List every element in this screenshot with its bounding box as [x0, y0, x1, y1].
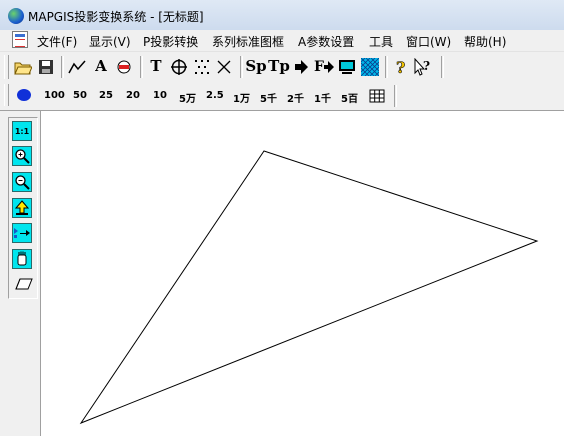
- monitor-icon[interactable]: [337, 57, 357, 77]
- one-to-one-label: 1:1: [14, 126, 30, 136]
- tp-icon[interactable]: Tp: [268, 56, 290, 76]
- scale-1k[interactable]: 1千: [314, 90, 331, 105]
- scale-2-5[interactable]: 2.5: [206, 90, 224, 101]
- toolbar-separator: [441, 56, 444, 78]
- text-a-icon[interactable]: A: [91, 56, 111, 76]
- scale-20[interactable]: 20: [126, 90, 140, 101]
- zoom-one-to-one-button[interactable]: 1:1: [12, 121, 32, 141]
- menu-help[interactable]: 帮助(H): [464, 33, 506, 50]
- scale-50[interactable]: 50: [73, 90, 87, 101]
- toolbar-separator: [61, 56, 64, 78]
- toolbar-grip[interactable]: [4, 55, 9, 79]
- left-toolbar: 1:1: [0, 111, 41, 436]
- main-toolbar: A T Sp Tp F ? ?: [0, 51, 564, 82]
- open-folder-icon[interactable]: [13, 57, 33, 77]
- menu-tools[interactable]: 工具: [369, 33, 393, 50]
- svg-text:?: ?: [423, 59, 430, 73]
- scale-25[interactable]: 25: [99, 90, 113, 101]
- f-label: F: [314, 59, 324, 75]
- svg-text:?: ?: [396, 58, 405, 76]
- f-arrow-icon[interactable]: F: [312, 57, 336, 77]
- scale-50k[interactable]: 5万: [179, 90, 196, 105]
- help-icon[interactable]: ?: [391, 57, 411, 77]
- toolbar-separator: [385, 56, 388, 78]
- pan-hand-icon[interactable]: [12, 249, 32, 269]
- title-bar: MAPGIS投影变换系统 - [无标题]: [0, 0, 564, 30]
- window-title: MAPGIS投影变换系统 - [无标题]: [28, 10, 204, 24]
- arrow-right-icon[interactable]: [291, 57, 311, 77]
- toolbar-grip[interactable]: [4, 84, 9, 106]
- scale-10[interactable]: 10: [153, 90, 167, 101]
- scale-2k[interactable]: 2千: [287, 90, 304, 105]
- table-grid-icon[interactable]: [367, 86, 387, 106]
- context-help-icon[interactable]: ?: [413, 57, 433, 77]
- menu-window[interactable]: 窗口(W): [406, 33, 451, 50]
- polyline-icon[interactable]: [67, 57, 87, 77]
- stop-area-icon[interactable]: [114, 57, 134, 77]
- save-icon[interactable]: [36, 57, 56, 77]
- pan-arrow-icon[interactable]: [12, 223, 32, 243]
- zoom-out-icon[interactable]: [12, 172, 32, 192]
- restore-up-arrow-icon[interactable]: [12, 198, 32, 218]
- toolbar-separator: [240, 56, 243, 78]
- zoom-in-icon[interactable]: [12, 146, 32, 166]
- triangle-shape[interactable]: [79, 150, 539, 425]
- delete-x-icon[interactable]: [214, 57, 234, 77]
- menu-standard-frame[interactable]: 系列标准图框: [212, 33, 284, 50]
- scale-500[interactable]: 5百: [341, 90, 358, 105]
- toolbar-separator: [140, 56, 143, 78]
- eraser-icon[interactable]: [14, 274, 34, 294]
- toolbar-separator: [394, 85, 397, 107]
- document-menu-icon[interactable]: [12, 31, 28, 48]
- menu-view[interactable]: 显示(V): [89, 33, 131, 50]
- grid-pattern-icon[interactable]: [360, 57, 380, 77]
- scale-5k[interactable]: 5千: [260, 90, 277, 105]
- text-t-icon[interactable]: T: [146, 56, 166, 76]
- menu-projection[interactable]: P投影转换: [143, 33, 198, 50]
- app-globe-icon[interactable]: [8, 8, 24, 24]
- scale-100[interactable]: 100: [44, 90, 65, 101]
- sp-icon[interactable]: Sp: [245, 56, 267, 76]
- crosshair-icon[interactable]: [169, 57, 189, 77]
- scale-10k[interactable]: 1万: [233, 90, 250, 105]
- blue-dot-icon[interactable]: [14, 85, 34, 105]
- menu-parameters[interactable]: A参数设置: [298, 33, 354, 50]
- map-canvas[interactable]: [41, 111, 564, 436]
- points-grid-icon[interactable]: [192, 57, 212, 77]
- menu-file[interactable]: 文件(F): [37, 33, 77, 50]
